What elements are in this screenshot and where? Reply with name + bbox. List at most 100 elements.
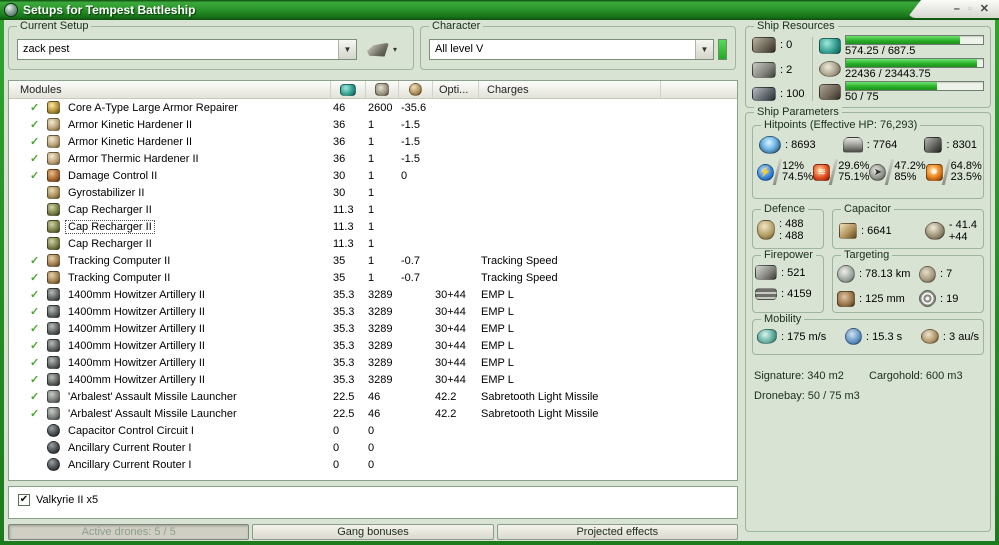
module-name: Capacitor Control Circuit I (68, 424, 194, 437)
module-cpu: 11.3 (333, 220, 354, 233)
module-active-check-icon[interactable]: ✓ (9, 356, 47, 369)
armor-hp-value: : 7764 (866, 139, 898, 151)
module-row[interactable]: ✓ Tracking Computer II 35 1 -0.7 Tracking Spe… (9, 269, 737, 286)
module-name: Tracking Computer II (68, 271, 171, 284)
module-active-check-icon[interactable]: ✓ (9, 254, 47, 267)
modules-column-header[interactable]: Modules (9, 81, 331, 98)
module-row[interactable]: ✓ 1400mm Howitzer Artillery II 35.3 3289 30+… (9, 337, 737, 354)
charges-column-header[interactable]: Charges (479, 81, 661, 98)
firepower-dps-value: : 521 (781, 266, 806, 279)
tab-active-drones[interactable]: Active drones: 5 / 5 (8, 524, 250, 540)
module-powergrid: 2600 (368, 101, 393, 114)
module-row[interactable]: Cap Recharger II 11.3 1 (9, 218, 737, 235)
tab-gang-bonuses[interactable]: Gang bonuses (252, 524, 494, 540)
artillery-module-icon (47, 373, 60, 386)
module-active-check-icon[interactable]: ✓ (9, 305, 47, 318)
module-row[interactable]: Ancillary Current Router I 0 0 (9, 456, 737, 473)
calibration-icon (752, 87, 776, 101)
setup-tools-button[interactable]: ▾ (367, 42, 397, 57)
gyrostabilizer-module-icon (47, 186, 60, 199)
opti-column-header[interactable]: Opti... (433, 81, 479, 98)
powergrid-column-header[interactable] (366, 81, 399, 98)
current-setup-select[interactable]: zack pest ▼ (17, 39, 357, 60)
powergrid-bar-text: 22436 / 23443.75 (845, 68, 931, 80)
module-row[interactable]: ✓ Armor Kinetic Hardener II 36 1 -1.5 (9, 116, 737, 133)
module-row[interactable]: Cap Recharger II 11.3 1 (9, 201, 737, 218)
module-active-check-icon[interactable]: ✓ (9, 288, 47, 301)
targeting-group: Targeting : 78.13 km : 7 : 125 mm : 19 (832, 249, 984, 313)
module-row[interactable]: ✓ Tracking Computer II 35 1 -0.7 Tracking Spe… (9, 252, 737, 269)
launcher-hardpoints-icon (752, 62, 776, 78)
module-cpu: 35 (333, 254, 346, 267)
module-powergrid: 1 (368, 152, 375, 165)
tracking-computer-module-icon (47, 271, 60, 284)
cpu-column-header[interactable] (331, 81, 366, 98)
module-row[interactable]: ✓ 'Arbalest' Assault Missile Launcher 22.5… (9, 405, 737, 422)
module-active-check-icon[interactable]: ✓ (9, 339, 47, 352)
module-charge: EMP L (481, 339, 514, 352)
module-active-check-icon[interactable]: ✓ (9, 101, 47, 114)
tab-projected-effects[interactable]: Projected effects (496, 524, 738, 540)
window-controls: – ▫ ✕ (907, 0, 999, 18)
max-targets-icon (919, 265, 936, 283)
drone-label: Valkyrie II x5 (36, 493, 99, 506)
structure-icon (924, 137, 943, 153)
title-bar[interactable]: Setups for Tempest Battleship – ▫ ✕ (0, 0, 999, 20)
module-row[interactable]: ✓ Damage Control II 30 1 0 (9, 167, 737, 184)
module-active-check-icon[interactable]: ✓ (9, 322, 47, 335)
character-select[interactable]: All level V ▼ (429, 39, 714, 60)
cap-recharger-module-icon (47, 203, 60, 216)
drone-checkbox[interactable]: ✔ (18, 493, 30, 506)
module-active-check-icon[interactable]: ✓ (9, 118, 47, 131)
defence-group: Defence : 488 : 488 (752, 203, 824, 249)
targeting-range-icon (837, 265, 855, 283)
module-cpu: 36 (333, 135, 346, 148)
module-row[interactable]: ✓ 1400mm Howitzer Artillery II 35.3 3289 30+… (9, 303, 737, 320)
drone-row[interactable]: ✔ Valkyrie II x5 (9, 487, 737, 506)
capacitor-column-header[interactable] (399, 81, 433, 98)
module-row[interactable]: ✓ 1400mm Howitzer Artillery II 35.3 3289 30+… (9, 371, 737, 388)
module-row[interactable]: ✓ 1400mm Howitzer Artillery II 35.3 3289 30+… (9, 286, 737, 303)
powergrid-icon (375, 83, 389, 96)
module-active-check-icon[interactable]: ✓ (9, 169, 47, 182)
module-charge: Tracking Speed (481, 271, 558, 284)
chevron-down-icon[interactable]: ▼ (695, 40, 713, 59)
module-active-check-icon[interactable]: ✓ (9, 373, 47, 386)
chevron-down-icon[interactable]: ▼ (338, 40, 356, 59)
module-row[interactable]: Capacitor Control Circuit I 0 0 (9, 422, 737, 439)
module-row[interactable]: Ancillary Current Router I 0 0 (9, 439, 737, 456)
module-name: Core A-Type Large Armor Repairer (68, 101, 238, 114)
module-row[interactable]: ✓ Armor Thermic Hardener II 36 1 -1.5 (9, 150, 737, 167)
resist-explosive: ✸ 64.8% 23.5% (925, 159, 982, 185)
module-row[interactable]: Cap Recharger II 11.3 1 (9, 235, 737, 252)
module-row[interactable]: ✓ 1400mm Howitzer Artillery II 35.3 3289 30+… (9, 320, 737, 337)
character-group: Character All level V ▼ (420, 20, 736, 70)
module-name: Ancillary Current Router I (68, 458, 192, 471)
module-powergrid: 3289 (368, 373, 393, 386)
maximize-icon[interactable]: ▫ (968, 3, 972, 15)
align-time-value: : 15.3 s (866, 330, 903, 343)
hardener-module-icon (47, 118, 60, 131)
close-icon[interactable]: ✕ (980, 3, 989, 15)
module-active-check-icon[interactable]: ✓ (9, 390, 47, 403)
module-row[interactable]: ✓ Armor Kinetic Hardener II 36 1 -1.5 (9, 133, 737, 150)
module-row[interactable]: ✓ Core A-Type Large Armor Repairer 46 2600-… (9, 99, 737, 116)
module-powergrid: 1 (368, 237, 375, 250)
minimize-icon[interactable]: – (954, 3, 960, 15)
bottom-tab-bar: Active drones: 5 / 5 Gang bonuses Projec… (8, 524, 738, 540)
cap-usage-value: - 41.4 (948, 219, 977, 231)
module-charge: EMP L (481, 373, 514, 386)
max-targets-value: : 7 (940, 268, 953, 280)
module-active-check-icon[interactable]: ✓ (9, 407, 47, 420)
module-opti: 30+44 (435, 288, 466, 301)
module-name: Cap Recharger II (68, 237, 152, 250)
module-charge: Sabretooth Light Missile (481, 390, 599, 403)
module-active-check-icon[interactable]: ✓ (9, 152, 47, 165)
module-row[interactable]: ✓ 'Arbalest' Assault Missile Launcher 22.5… (9, 388, 737, 405)
module-active-check-icon[interactable]: ✓ (9, 271, 47, 284)
module-row[interactable]: Gyrostabilizer II 30 1 (9, 184, 737, 201)
module-opti: 30+44 (435, 356, 466, 369)
module-active-check-icon[interactable]: ✓ (9, 135, 47, 148)
module-row[interactable]: ✓ 1400mm Howitzer Artillery II 35.3 3289 30+… (9, 354, 737, 371)
module-cap: -35.6 (401, 101, 427, 114)
